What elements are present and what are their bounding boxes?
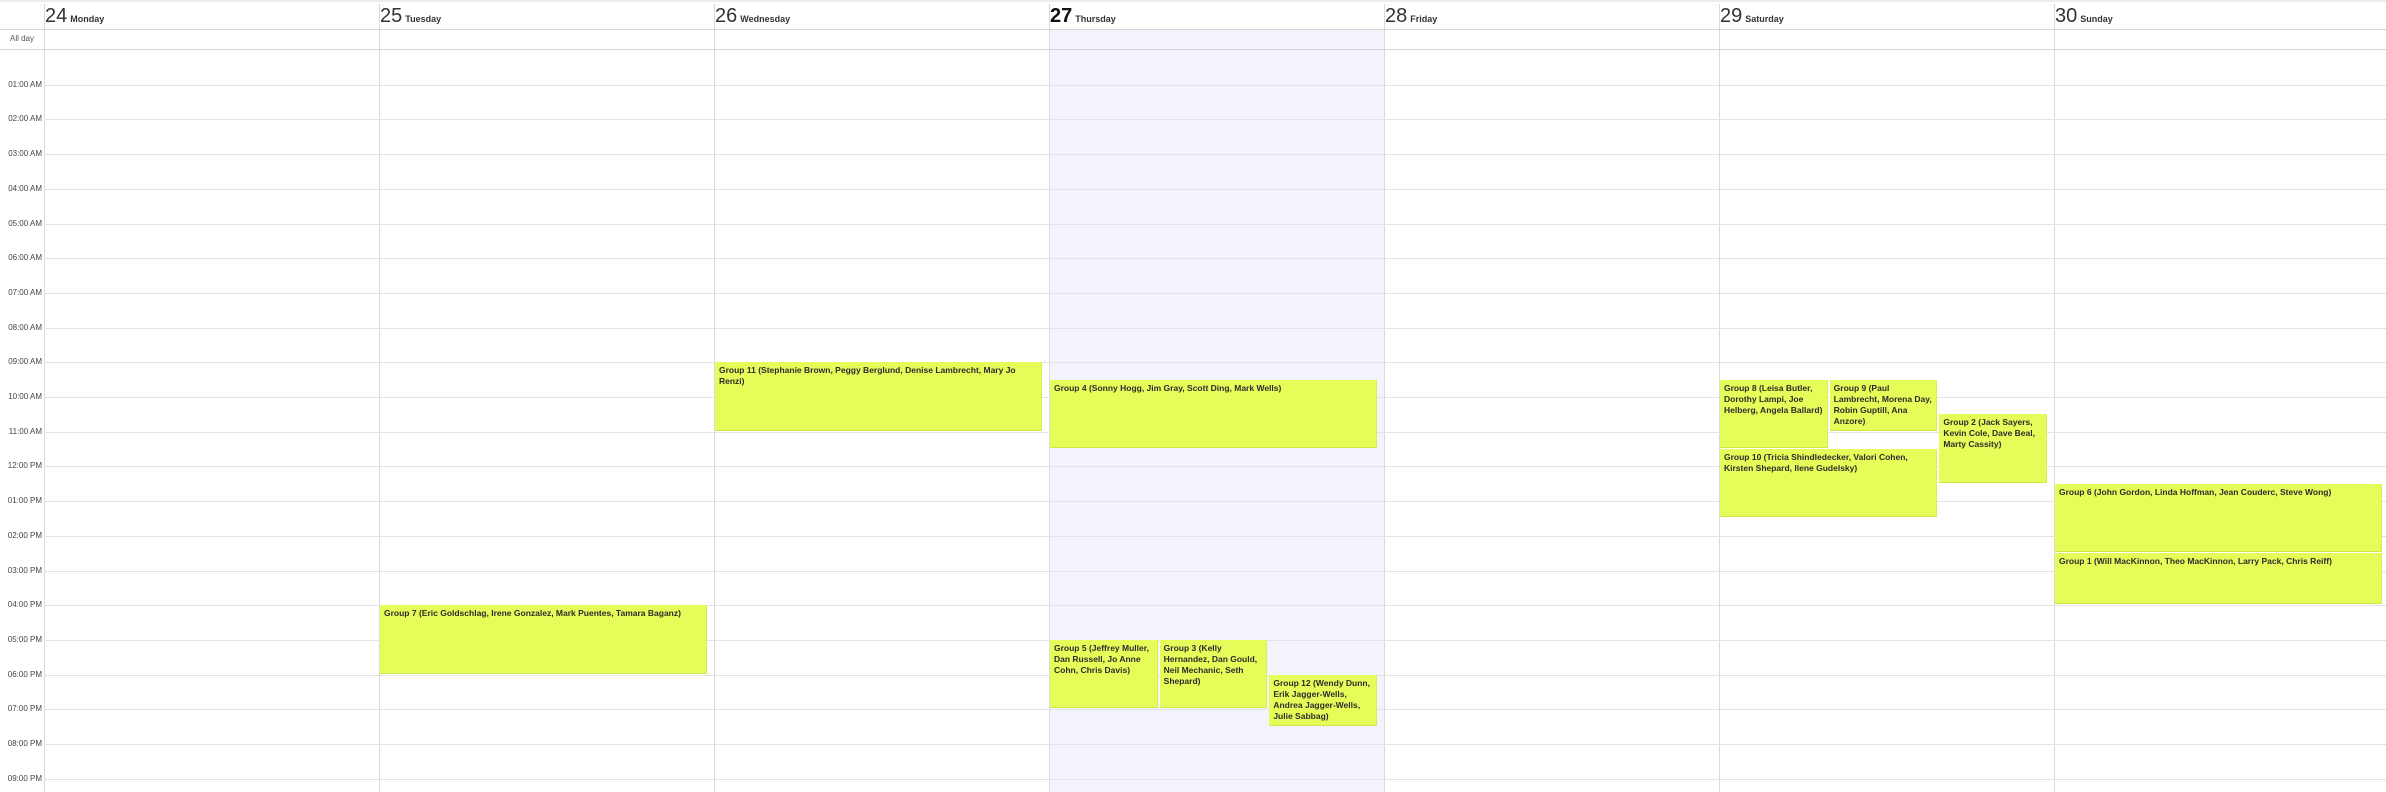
top-divider bbox=[0, 0, 2386, 2]
day-header-monday[interactable]: 24 Monday bbox=[44, 3, 104, 29]
calendar-event[interactable]: Group 5 (Jeffrey Muller, Dan Russell, Jo… bbox=[1050, 639, 1158, 709]
day-column-divider bbox=[2054, 4, 2055, 792]
day-header-friday[interactable]: 28 Friday bbox=[1384, 3, 1437, 29]
hour-line bbox=[44, 362, 2386, 363]
day-number: 26 bbox=[715, 5, 738, 27]
hour-line bbox=[44, 224, 2386, 225]
time-label: 01:00 PM bbox=[7, 496, 42, 506]
all-day-divider bbox=[0, 49, 2386, 50]
time-label: 02:00 PM bbox=[7, 530, 42, 540]
hour-line bbox=[44, 293, 2386, 294]
day-header-sunday[interactable]: 30 Sunday bbox=[2054, 3, 2113, 29]
time-label: 07:00 PM bbox=[7, 704, 42, 714]
calendar-event[interactable]: Group 1 (Will MacKinnon, Theo MacKinnon,… bbox=[2055, 553, 2382, 605]
all-day-label: All day bbox=[9, 34, 34, 43]
hour-line bbox=[44, 328, 2386, 329]
calendar-event[interactable]: Group 7 (Eric Goldschlag, Irene Gonzalez… bbox=[380, 605, 707, 674]
hour-line bbox=[44, 571, 2386, 572]
hour-line bbox=[44, 119, 2386, 120]
time-label: 09:00 AM bbox=[8, 357, 42, 367]
time-label: 03:00 AM bbox=[8, 149, 42, 159]
day-name: Thursday bbox=[1075, 14, 1116, 24]
calendar-event[interactable]: Group 9 (Paul Lambrecht, Morena Day, Rob… bbox=[1829, 379, 1938, 431]
time-label: 05:00 PM bbox=[7, 634, 42, 644]
hour-line bbox=[44, 744, 2386, 745]
day-column-divider bbox=[379, 4, 380, 792]
time-label: 06:00 AM bbox=[8, 253, 42, 263]
time-label: 08:00 AM bbox=[8, 322, 42, 332]
time-label: 01:00 AM bbox=[8, 79, 42, 89]
time-label: 04:00 AM bbox=[8, 183, 42, 193]
time-label: 05:00 AM bbox=[8, 218, 42, 228]
hour-line bbox=[44, 709, 2386, 710]
day-number: 25 bbox=[380, 5, 403, 27]
day-number: 28 bbox=[1385, 5, 1408, 27]
hour-line bbox=[44, 536, 2386, 537]
day-name: Wednesday bbox=[740, 14, 791, 24]
day-number: 30 bbox=[2055, 5, 2078, 27]
calendar-event[interactable]: Group 11 (Stephanie Brown, Peggy Berglun… bbox=[715, 362, 1042, 431]
hour-line bbox=[44, 501, 2386, 502]
time-label: 10:00 AM bbox=[8, 392, 42, 401]
day-number: 29 bbox=[1720, 5, 1743, 27]
day-number: 24 bbox=[45, 5, 68, 27]
time-label: 04:00 PM bbox=[7, 600, 42, 610]
day-header-tuesday[interactable]: 25 Tuesday bbox=[379, 3, 441, 29]
time-label: 06:00 PM bbox=[7, 669, 42, 679]
calendar-event[interactable]: Group 6 (John Gordon, Linda Hoffman, Jea… bbox=[2055, 483, 2382, 553]
calendar-event[interactable]: Group 12 (Wendy Dunn, Erik Jagger-Wells,… bbox=[1269, 674, 1377, 726]
day-name: Monday bbox=[70, 14, 105, 24]
day-name: Saturday bbox=[1745, 14, 1784, 24]
day-header-thursday[interactable]: 27 Thursday bbox=[1049, 3, 1116, 29]
day-column-divider bbox=[1384, 4, 1385, 792]
day-name: Tuesday bbox=[405, 14, 442, 24]
week-calendar: All day 24 Monday 25 Tuesday 26 Wednesday 27 Th… bbox=[0, 0, 2386, 792]
day-number: 27 bbox=[1050, 5, 1073, 27]
calendar-event[interactable]: Group 2 (Jack Sayers, Kevin Cole, Dave B… bbox=[1939, 414, 2047, 483]
time-label: 02:00 AM bbox=[8, 114, 42, 124]
hour-line bbox=[44, 154, 2386, 155]
time-label: 07:00 AM bbox=[8, 287, 42, 297]
time-label: 11:00 AM bbox=[8, 426, 42, 436]
day-column-divider bbox=[44, 4, 45, 792]
day-name: Sunday bbox=[2080, 14, 2113, 24]
time-label: 03:00 PM bbox=[7, 565, 42, 575]
hour-line bbox=[44, 189, 2386, 190]
calendar-event[interactable]: Group 10 (Tricia Shindledecker, Valori C… bbox=[1720, 449, 1938, 518]
time-label: 12:00 PM bbox=[7, 461, 42, 471]
calendar-event[interactable]: Group 8 (Leisa Butler, Dorothy Lampi, Jo… bbox=[1720, 379, 1828, 449]
day-header-saturday[interactable]: 29 Saturday bbox=[1719, 3, 1784, 29]
day-header-wednesday[interactable]: 26 Wednesday bbox=[714, 3, 790, 29]
time-label: 09:00 PM bbox=[7, 773, 42, 783]
calendar-event[interactable]: Group 3 (Kelly Hernandez, Dan Gould, Nei… bbox=[1159, 639, 1268, 709]
day-name: Friday bbox=[1410, 14, 1438, 24]
calendar-event[interactable]: Group 4 (Sonny Hogg, Jim Gray, Scott Din… bbox=[1050, 379, 1377, 449]
hour-line bbox=[44, 85, 2386, 86]
hour-line bbox=[44, 258, 2386, 259]
time-label: 08:00 PM bbox=[7, 739, 42, 748]
header-divider bbox=[0, 29, 2386, 30]
hour-line bbox=[44, 779, 2386, 780]
